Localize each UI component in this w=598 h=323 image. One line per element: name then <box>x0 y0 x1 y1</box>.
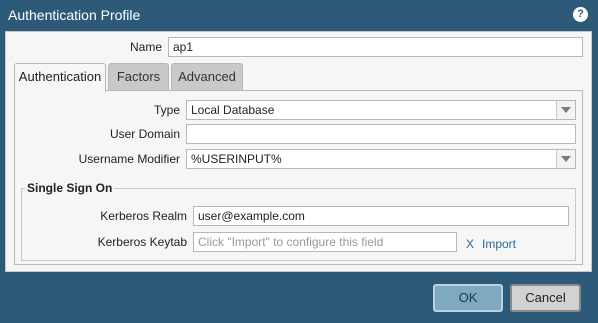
cancel-button[interactable]: Cancel <box>510 284 581 312</box>
ok-button[interactable]: OK <box>433 284 503 312</box>
import-keytab-link[interactable]: Import <box>482 237 516 251</box>
help-icon[interactable]: ? <box>573 7 588 22</box>
username-modifier-label: Username Modifier <box>78 152 180 166</box>
title-bar: Authentication Profile ? <box>0 0 598 30</box>
type-dropdown-button[interactable] <box>556 101 575 119</box>
name-input[interactable]: ap1 <box>168 37 583 57</box>
username-modifier-select[interactable]: %USERINPUT% <box>186 149 576 169</box>
type-label: Type <box>153 103 180 117</box>
user-domain-label: User Domain <box>109 127 180 141</box>
authentication-profile-dialog: Authentication Profile ? Name ap1 Authen… <box>0 0 598 323</box>
chevron-down-icon <box>561 156 571 162</box>
username-modifier-dropdown-button[interactable] <box>556 150 575 168</box>
sso-section-title: Single Sign On <box>25 181 115 195</box>
kerberos-realm-label: Kerberos Realm <box>100 209 187 223</box>
dialog-title: Authentication Profile <box>8 7 141 23</box>
kerberos-keytab-label: Kerberos Keytab <box>97 235 187 249</box>
name-label: Name <box>129 40 162 54</box>
tab-authentication[interactable]: Authentication <box>14 63 106 92</box>
authentication-tab-panel: Type Local Database User Domain Username… <box>14 90 583 265</box>
chevron-down-icon <box>561 107 571 113</box>
type-select[interactable]: Local Database <box>186 100 576 120</box>
type-value: Local Database <box>191 103 275 117</box>
username-modifier-value: %USERINPUT% <box>191 152 282 166</box>
single-sign-on-section: Single Sign On Kerberos Realm user@examp… <box>21 181 576 261</box>
kerberos-realm-input[interactable]: user@example.com <box>193 206 569 226</box>
tab-advanced[interactable]: Advanced <box>171 63 243 91</box>
user-domain-input[interactable] <box>186 124 576 144</box>
tab-factors[interactable]: Factors <box>108 63 169 91</box>
dialog-body: Name ap1 Authentication Factors Advanced… <box>5 31 592 272</box>
kerberos-keytab-input[interactable]: Click "Import" to configure this field <box>193 232 457 252</box>
clear-keytab-button[interactable]: X <box>466 237 474 251</box>
